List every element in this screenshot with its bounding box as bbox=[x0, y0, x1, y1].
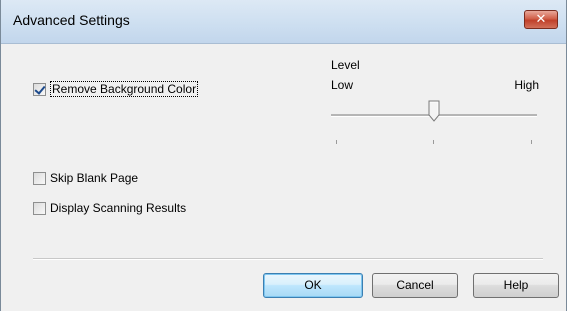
level-label: Level bbox=[331, 58, 360, 72]
dialog-content: Remove Background Color Level Low High S… bbox=[1, 44, 566, 311]
slider-low-label: Low bbox=[331, 78, 354, 92]
cancel-button[interactable]: Cancel bbox=[372, 273, 458, 298]
skip-blank-checkbox[interactable] bbox=[33, 171, 46, 185]
slider-tick bbox=[336, 140, 337, 144]
close-icon: ✕ bbox=[535, 11, 547, 26]
slider-thumb[interactable] bbox=[428, 100, 440, 122]
remove-background-option[interactable]: Remove Background Color bbox=[33, 81, 199, 97]
display-results-checkbox[interactable] bbox=[33, 201, 46, 215]
title-bar[interactable]: Advanced Settings ✕ bbox=[1, 0, 566, 44]
level-slider-group: Level Low High bbox=[331, 58, 541, 148]
help-button[interactable]: Help bbox=[473, 273, 559, 298]
slider-tick bbox=[531, 140, 532, 144]
remove-background-checkbox[interactable] bbox=[33, 82, 46, 96]
advanced-settings-dialog: Advanced Settings ✕ Remove Background Co… bbox=[0, 0, 567, 311]
skip-blank-label[interactable]: Skip Blank Page bbox=[50, 171, 138, 185]
remove-background-label[interactable]: Remove Background Color bbox=[50, 81, 199, 97]
slider-high-label: High bbox=[514, 78, 539, 92]
separator bbox=[33, 258, 543, 260]
display-results-label[interactable]: Display Scanning Results bbox=[50, 201, 186, 215]
display-results-option[interactable]: Display Scanning Results bbox=[33, 201, 186, 215]
ok-button[interactable]: OK bbox=[263, 273, 363, 298]
close-button[interactable]: ✕ bbox=[524, 10, 558, 29]
slider-tick bbox=[433, 140, 434, 144]
window-title: Advanced Settings bbox=[13, 12, 130, 28]
skip-blank-option[interactable]: Skip Blank Page bbox=[33, 171, 138, 185]
